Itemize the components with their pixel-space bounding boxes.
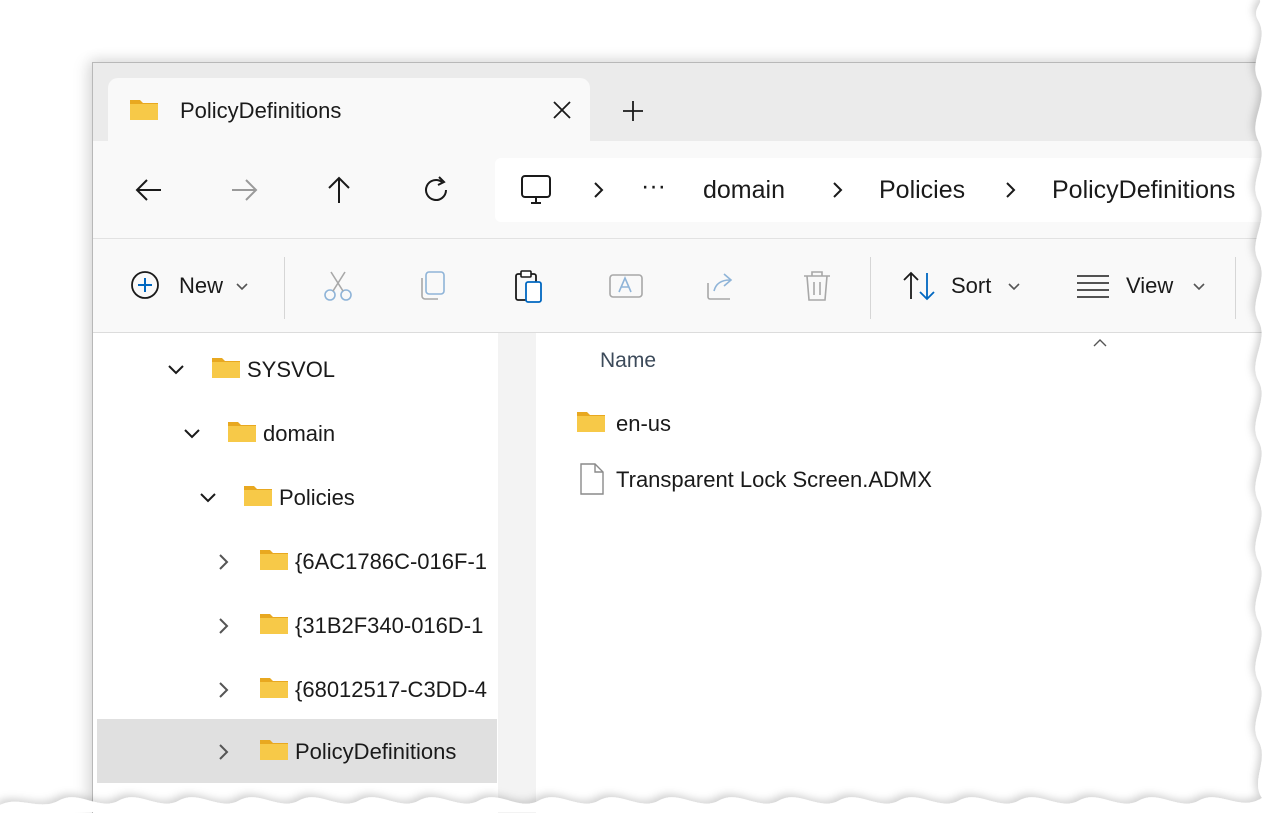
navigation-pane: SYSVOL domain Policies {6AC1786C-016F-1 …	[93, 333, 498, 813]
file-list: Name en-us Transparent Lock Screen.ADMX	[536, 333, 1282, 813]
tab-title: PolicyDefinitions	[180, 98, 342, 123]
new-button[interactable]: New	[129, 269, 259, 303]
copy-button[interactable]	[416, 269, 450, 303]
folder-icon	[259, 675, 289, 704]
computer-icon[interactable]	[519, 174, 553, 211]
close-icon[interactable]	[548, 96, 576, 124]
sort-ascending-icon	[1092, 335, 1108, 347]
chevron-right-icon[interactable]	[215, 553, 233, 571]
tree-item-label: Policies	[279, 485, 355, 510]
chevron-right-icon[interactable]	[215, 681, 233, 699]
folder-icon	[576, 409, 606, 438]
tree-item-policy-guid-3[interactable]: {68012517-C3DD-4	[93, 657, 493, 721]
view-button-label: View	[1126, 273, 1174, 298]
paste-button[interactable]	[512, 269, 546, 303]
rename-button[interactable]	[608, 269, 644, 303]
tree-item-label: {31B2F340-016D-1	[295, 613, 484, 638]
folder-icon	[129, 97, 159, 126]
tree-item-policy-guid-2[interactable]: {31B2F340-016D-1	[93, 593, 493, 657]
folder-icon	[259, 611, 289, 640]
sort-icon	[901, 269, 937, 308]
back-button[interactable]	[133, 174, 165, 206]
folder-icon	[243, 483, 273, 512]
breadcrumb-domain[interactable]: domain	[703, 176, 785, 205]
up-button[interactable]	[323, 174, 355, 206]
chevron-down-icon	[235, 279, 249, 297]
chevron-down-icon[interactable]	[167, 361, 185, 379]
chevron-down-icon	[1007, 279, 1021, 297]
sort-button[interactable]: Sort	[901, 269, 1031, 303]
divider	[284, 257, 285, 319]
view-list-icon	[1076, 271, 1110, 306]
tree-item-label: {68012517-C3DD-4	[295, 677, 488, 702]
tab-policydefinitions[interactable]: PolicyDefinitions	[108, 78, 590, 141]
folder-icon	[259, 547, 289, 576]
tree-item-label: {6AC1786C-016F-1	[295, 549, 488, 574]
tree-item-policy-guid-1[interactable]: {6AC1786C-016F-1	[93, 529, 493, 593]
list-item-label: Transparent Lock Screen.ADMX	[616, 467, 932, 492]
tree-item-label: SYSVOL	[247, 357, 336, 382]
list-item[interactable]: Transparent Lock Screen.ADMX	[576, 459, 1176, 503]
address-bar[interactable]: ··· domain Policies PolicyDefinitions	[495, 158, 1282, 222]
tree-item-label: PolicyDefinitions	[295, 739, 457, 764]
folder-icon	[211, 355, 241, 384]
refresh-button[interactable]	[420, 174, 452, 206]
divider	[870, 257, 871, 319]
chevron-down-icon	[1192, 279, 1206, 297]
tree-item-policydefinitions[interactable]: PolicyDefinitions	[97, 719, 497, 783]
share-button[interactable]	[704, 269, 738, 303]
chevron-right-icon[interactable]	[215, 743, 233, 761]
add-circle-icon	[129, 269, 161, 306]
sort-button-label: Sort	[951, 273, 992, 298]
forward-button[interactable]	[228, 174, 260, 206]
chevron-down-icon[interactable]	[199, 489, 217, 507]
list-item-label: en-us	[616, 411, 672, 436]
folder-icon	[259, 737, 289, 766]
folder-icon	[227, 419, 257, 448]
command-bar: New Sort View	[93, 239, 1282, 333]
breadcrumb-policydefinitions[interactable]: PolicyDefinitions	[1052, 176, 1235, 205]
chevron-right-icon[interactable]	[1002, 180, 1020, 200]
tree-item-domain[interactable]: domain	[93, 401, 493, 465]
chevron-down-icon[interactable]	[183, 425, 201, 443]
address-row: ··· domain Policies PolicyDefinitions	[93, 141, 1282, 239]
new-button-label: New	[179, 273, 224, 298]
cut-button[interactable]	[321, 269, 355, 303]
chevron-right-icon[interactable]	[590, 180, 608, 200]
file-icon	[579, 463, 605, 500]
divider	[1235, 257, 1236, 319]
breadcrumb-policies[interactable]: Policies	[879, 176, 965, 205]
new-tab-button[interactable]	[619, 97, 647, 125]
chevron-right-icon[interactable]	[215, 617, 233, 635]
delete-button[interactable]	[800, 269, 834, 303]
file-explorer-window: PolicyDefinitions ··· domain Policies Po…	[92, 62, 1282, 813]
tree-item-label: domain	[263, 421, 336, 446]
chevron-right-icon[interactable]	[829, 180, 847, 200]
view-button[interactable]: View	[1076, 269, 1206, 303]
breadcrumb-overflow[interactable]: ···	[641, 172, 666, 201]
pane-splitter[interactable]	[498, 333, 536, 813]
column-header-name[interactable]: Name	[600, 349, 656, 373]
tab-strip: PolicyDefinitions	[93, 63, 1282, 141]
tree-item-sysvol[interactable]: SYSVOL	[93, 337, 493, 401]
list-item[interactable]: en-us	[576, 403, 1176, 447]
tree-item-policies[interactable]: Policies	[93, 465, 493, 529]
